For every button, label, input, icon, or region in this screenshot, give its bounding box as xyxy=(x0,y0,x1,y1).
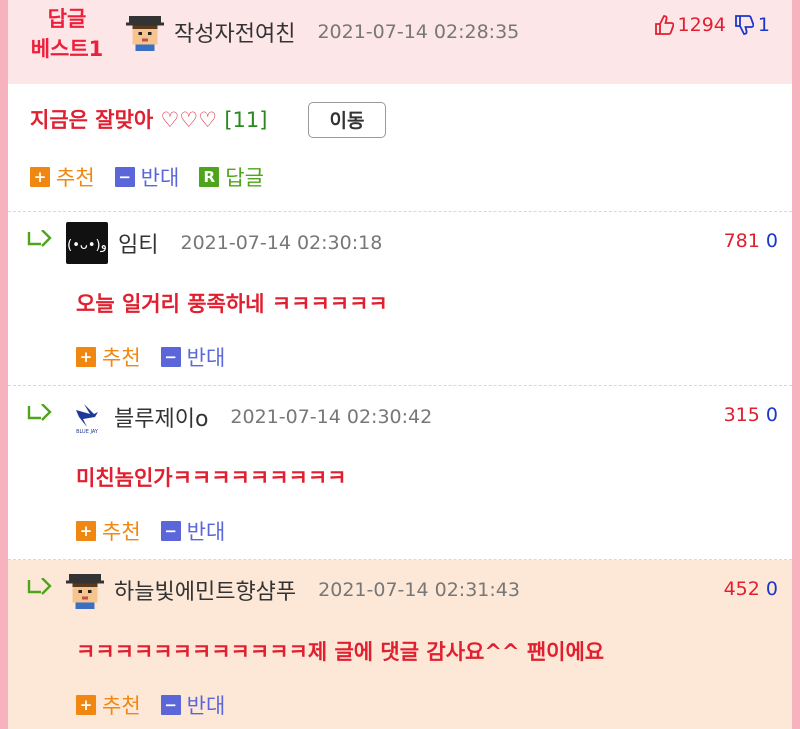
best-actions: + 추천 − 반대 R 답글 xyxy=(30,162,264,192)
bluejay-avatar-icon[interactable]: BLUE JAY xyxy=(70,398,104,436)
oppose-label: 반대 xyxy=(186,346,226,370)
recommend-button[interactable]: + 추천 xyxy=(76,690,141,720)
reply-vote-counts: 781 0 xyxy=(724,230,778,252)
svg-text:BLUE JAY: BLUE JAY xyxy=(76,429,99,435)
best-reply-body: 지금은 잘맞아 ♡♡♡ [11] 이동 + 추천 − 반대 R 답글 xyxy=(8,84,792,210)
reply-date: 2021-07-14 02:30:18 xyxy=(180,232,383,254)
best-up-count: 1294 xyxy=(677,14,726,36)
reply-text: 오늘 일거리 풍족하네 ㅋㅋㅋㅋㅋㅋ xyxy=(76,292,388,316)
recommend-label: 추천 xyxy=(102,520,141,544)
reply-r-icon: R xyxy=(199,167,220,187)
reply-down-count: 0 xyxy=(765,230,778,252)
reply-item: (•ᴗ•)و 임티 2021-07-14 02:30:18 781 0 오늘 일… xyxy=(8,212,792,385)
recommend-button[interactable]: + 추천 xyxy=(30,162,95,192)
best-down-count: 1 xyxy=(757,14,770,36)
reply-button[interactable]: R 답글 xyxy=(199,162,264,192)
best-vote-counts: 1294 1 xyxy=(654,14,770,36)
plus-icon: + xyxy=(76,347,96,367)
oppose-button[interactable]: − 반대 xyxy=(160,690,226,720)
reply-actions: + 추천 − 반대 xyxy=(76,516,225,546)
pixel-avatar-icon[interactable] xyxy=(126,13,164,51)
comment-section: 답글 베스트1 작성자전여친 2021-07-14 02:28:35 1294 … xyxy=(8,0,792,729)
recommend-label: 추천 xyxy=(102,694,141,718)
move-button[interactable]: 이동 xyxy=(308,102,386,138)
reply-item-author: 하늘빛에민트향샴푸 2021-07-14 02:31:43 452 0 ㅋㅋㅋㅋ… xyxy=(8,560,792,729)
reply-actions: + 추천 − 반대 xyxy=(76,342,225,372)
plus-icon: + xyxy=(30,167,50,187)
oppose-button[interactable]: − 반대 xyxy=(114,162,180,192)
minus-icon: − xyxy=(114,167,135,187)
reply-down-count: 0 xyxy=(765,404,778,426)
reply-up-count: 781 xyxy=(723,230,760,252)
reply-author-block: BLUE JAY 블루제이o 2021-07-14 02:30:42 xyxy=(70,398,432,436)
best-tag-line2: 베스트1 xyxy=(30,37,104,61)
reply-arrow-icon xyxy=(27,578,52,595)
oppose-button[interactable]: − 반대 xyxy=(160,516,226,546)
reply-date: 2021-07-14 02:31:43 xyxy=(318,579,520,601)
best-reply-text: 지금은 잘맞아 ♡♡♡ [11] xyxy=(30,104,267,134)
reply-text: 미친놈인가ㅋㅋㅋㅋㅋㅋㅋㅋㅋ xyxy=(76,466,347,490)
best-author-name[interactable]: 작성자전여친 xyxy=(174,16,295,48)
best-reply-header: 답글 베스트1 작성자전여친 2021-07-14 02:28:35 1294 … xyxy=(8,0,792,84)
reply-vote-counts: 315 0 xyxy=(724,404,778,426)
emoticon-avatar-icon[interactable]: (•ᴗ•)و xyxy=(66,222,108,264)
reply-author-name[interactable]: 하늘빛에민트향샴푸 xyxy=(114,574,296,606)
reply-text: ㅋㅋㅋㅋㅋㅋㅋㅋㅋㅋㅋㅋ제 글에 댓글 감사요^^ 팬이에요 xyxy=(76,640,605,664)
reply-label: 답글 xyxy=(225,166,264,190)
minus-icon: − xyxy=(160,347,181,367)
reply-author-block: (•ᴗ•)و 임티 2021-07-14 02:30:18 xyxy=(66,222,382,264)
best-reply-badge: 답글 베스트1 xyxy=(22,4,112,64)
best-tag-line1: 답글 xyxy=(47,7,87,31)
thumbs-down-icon xyxy=(735,15,754,35)
reply-up-count: 315 xyxy=(723,404,760,426)
recommend-button[interactable]: + 추천 xyxy=(76,516,141,546)
recommend-label: 추천 xyxy=(102,346,141,370)
recommend-button[interactable]: + 추천 xyxy=(76,342,141,372)
reply-author-block: 하늘빛에민트향샴푸 2021-07-14 02:31:43 xyxy=(66,571,520,609)
thumbs-up-icon xyxy=(654,15,674,35)
best-text-content: 지금은 잘맞아 xyxy=(30,108,161,132)
minus-icon: − xyxy=(160,695,181,715)
best-date: 2021-07-14 02:28:35 xyxy=(317,21,520,43)
hearts-text: ♡♡♡ xyxy=(160,108,218,132)
reply-vote-counts: 452 0 xyxy=(724,578,778,600)
comment-count: [11] xyxy=(224,108,268,132)
minus-icon: − xyxy=(160,521,181,541)
pixel-avatar-icon[interactable] xyxy=(66,571,104,609)
reply-arrow-icon xyxy=(27,230,52,247)
oppose-label: 반대 xyxy=(140,166,180,190)
oppose-label: 반대 xyxy=(186,694,226,718)
svg-text:(•ᴗ•)و: (•ᴗ•)و xyxy=(67,238,107,253)
reply-author-name[interactable]: 임티 xyxy=(118,227,158,259)
oppose-label: 반대 xyxy=(186,520,226,544)
reply-author-name[interactable]: 블루제이o xyxy=(114,401,208,433)
reply-arrow-icon xyxy=(27,404,52,421)
best-author-block: 작성자전여친 2021-07-14 02:28:35 xyxy=(126,13,519,51)
plus-icon: + xyxy=(76,695,96,715)
reply-up-count: 452 xyxy=(723,578,760,600)
reply-down-count: 0 xyxy=(765,578,778,600)
reply-date: 2021-07-14 02:30:42 xyxy=(230,406,433,428)
oppose-button[interactable]: − 반대 xyxy=(160,342,226,372)
plus-icon: + xyxy=(76,521,96,541)
reply-item: BLUE JAY 블루제이o 2021-07-14 02:30:42 315 0… xyxy=(8,386,792,559)
reply-actions: + 추천 − 반대 xyxy=(76,690,225,720)
recommend-label: 추천 xyxy=(56,166,95,190)
